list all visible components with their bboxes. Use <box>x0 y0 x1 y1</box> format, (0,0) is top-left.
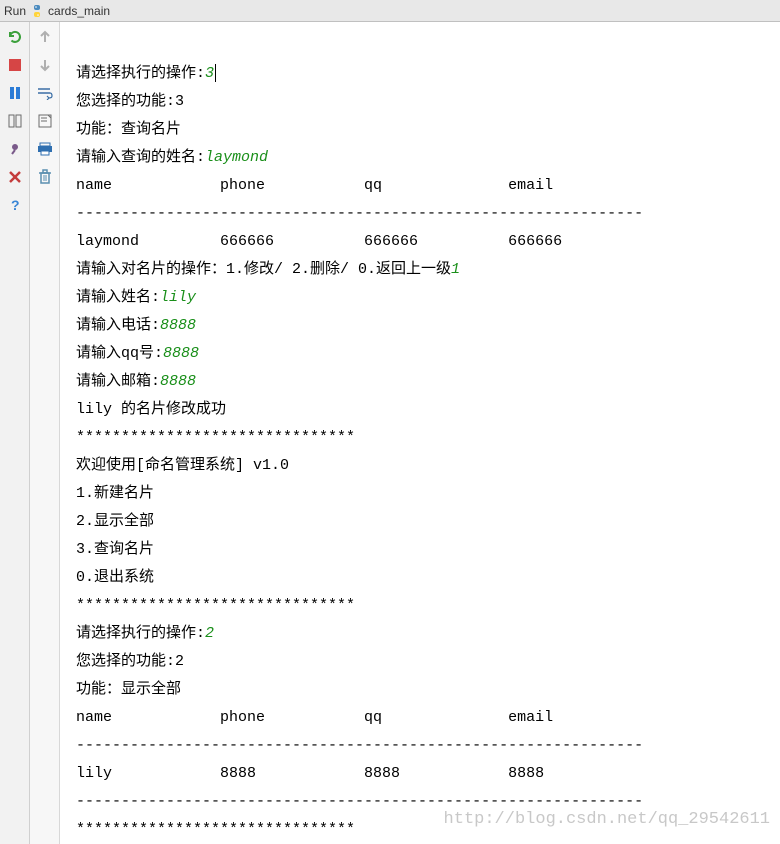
console-line: 功能：查询名片 <box>76 116 772 144</box>
console-prompt-text: ******************************* <box>76 429 355 446</box>
console-prompt-text: 请选择执行的操作: <box>76 625 205 642</box>
console-line: 0.退出系统 <box>76 564 772 592</box>
print-button[interactable] <box>36 140 54 158</box>
console-line: 1.新建名片 <box>76 480 772 508</box>
console-line: laymond 666666 666666 666666 <box>76 228 772 256</box>
console-output[interactable]: 请选择执行的操作:3您选择的功能:3功能：查询名片请输入查询的姓名:laymon… <box>60 22 780 844</box>
console-prompt-text: lily 的名片修改成功 <box>76 401 226 418</box>
console-prompt-text: 请输入查询的姓名: <box>76 149 205 166</box>
run-file-name: cards_main <box>48 4 110 18</box>
run-tab-bar: Run cards_main <box>0 0 780 22</box>
console-line: ******************************* <box>76 424 772 452</box>
stop-button[interactable] <box>6 56 24 74</box>
close-button[interactable] <box>6 168 24 186</box>
console-line: 请输入姓名:lily <box>76 284 772 312</box>
console-line: ----------------------------------------… <box>76 200 772 228</box>
console-prompt-text: 您选择的功能:2 <box>76 653 184 670</box>
console-prompt-text: 0.退出系统 <box>76 569 154 586</box>
console-line: name phone qq email <box>76 172 772 200</box>
console-prompt-text: ----------------------------------------… <box>76 205 643 222</box>
console-prompt-text: 欢迎使用[命名管理系统] v1.0 <box>76 457 289 474</box>
console-line: ******************************* <box>76 592 772 620</box>
console-user-input: lily <box>160 289 196 306</box>
console-user-input: 3 <box>205 65 214 82</box>
console-line: 欢迎使用[命名管理系统] v1.0 <box>76 452 772 480</box>
console-line: ----------------------------------------… <box>76 732 772 760</box>
console-line: ----------------------------------------… <box>76 788 772 816</box>
console-line: 请选择执行的操作:3 <box>76 60 772 88</box>
console-line: 请输入对名片的操作：1.修改/ 2.删除/ 0.返回上一级1 <box>76 256 772 284</box>
console-line: 请输入qq号:8888 <box>76 340 772 368</box>
console-prompt-text: 请选择执行的操作: <box>76 65 205 82</box>
console-line: 您选择的功能:3 <box>76 88 772 116</box>
console-line: 请选择执行的操作:2 <box>76 620 772 648</box>
help-button[interactable]: ? <box>6 196 24 214</box>
console-prompt-text: ----------------------------------------… <box>76 737 643 754</box>
console-prompt-text: 1.新建名片 <box>76 485 154 502</box>
console-prompt-text: laymond 666666 666666 666666 <box>76 233 562 250</box>
svg-text:?: ? <box>11 198 20 212</box>
console-prompt-text: 请输入邮箱: <box>76 373 160 390</box>
console-line: name phone qq email <box>76 704 772 732</box>
console-line: lily 的名片修改成功 <box>76 396 772 424</box>
console-prompt-text: ----------------------------------------… <box>76 793 643 810</box>
console-prompt-text: ******************************* <box>76 597 355 614</box>
run-toolbar-secondary <box>30 22 60 844</box>
soft-wrap-button[interactable] <box>36 84 54 102</box>
console-line: 您选择的功能:2 <box>76 648 772 676</box>
console-line: 功能：显示全部 <box>76 676 772 704</box>
console-line: ******************************* <box>76 816 772 844</box>
scroll-to-end-button[interactable] <box>36 112 54 130</box>
console-line: 3.查询名片 <box>76 536 772 564</box>
console-prompt-text: 3.查询名片 <box>76 541 154 558</box>
console-user-input: 2 <box>205 625 214 642</box>
console-line: 请输入查询的姓名:laymond <box>76 144 772 172</box>
console-prompt-text: 您选择的功能:3 <box>76 93 184 110</box>
console-prompt-text: name phone qq email <box>76 177 553 194</box>
console-line: 请输入电话:8888 <box>76 312 772 340</box>
run-toolbar-primary: ? <box>0 22 30 844</box>
console-line: lily 8888 8888 8888 <box>76 760 772 788</box>
console-prompt-text: 请输入qq号: <box>76 345 163 362</box>
console-line: 请输入邮箱:8888 <box>76 368 772 396</box>
console-prompt-text: lily 8888 8888 8888 <box>76 765 544 782</box>
run-tab-label: Run <box>4 4 26 18</box>
layout-button[interactable] <box>6 112 24 130</box>
console-user-input: 8888 <box>163 345 199 362</box>
console-user-input: 1 <box>451 261 460 278</box>
pin-button[interactable] <box>6 140 24 158</box>
python-file-icon <box>30 4 44 18</box>
console-prompt-text: ******************************* <box>76 821 355 838</box>
rerun-button[interactable] <box>6 28 24 46</box>
console-line: 2.显示全部 <box>76 508 772 536</box>
trash-button[interactable] <box>36 168 54 186</box>
text-caret <box>215 64 216 82</box>
console-prompt-text: 功能：显示全部 <box>76 681 181 698</box>
console-prompt-text: 请输入电话: <box>76 317 160 334</box>
console-prompt-text: 2.显示全部 <box>76 513 154 530</box>
console-prompt-text: 请输入姓名: <box>76 289 160 306</box>
console-prompt-text: 请输入对名片的操作：1.修改/ 2.删除/ 0.返回上一级 <box>76 261 451 278</box>
pause-button[interactable] <box>6 84 24 102</box>
console-user-input: 8888 <box>160 373 196 390</box>
down-arrow-button[interactable] <box>36 56 54 74</box>
console-prompt-text: name phone qq email <box>76 709 553 726</box>
console-user-input: 8888 <box>160 317 196 334</box>
console-user-input: laymond <box>205 149 268 166</box>
console-prompt-text: 功能：查询名片 <box>76 121 181 138</box>
up-arrow-button[interactable] <box>36 28 54 46</box>
